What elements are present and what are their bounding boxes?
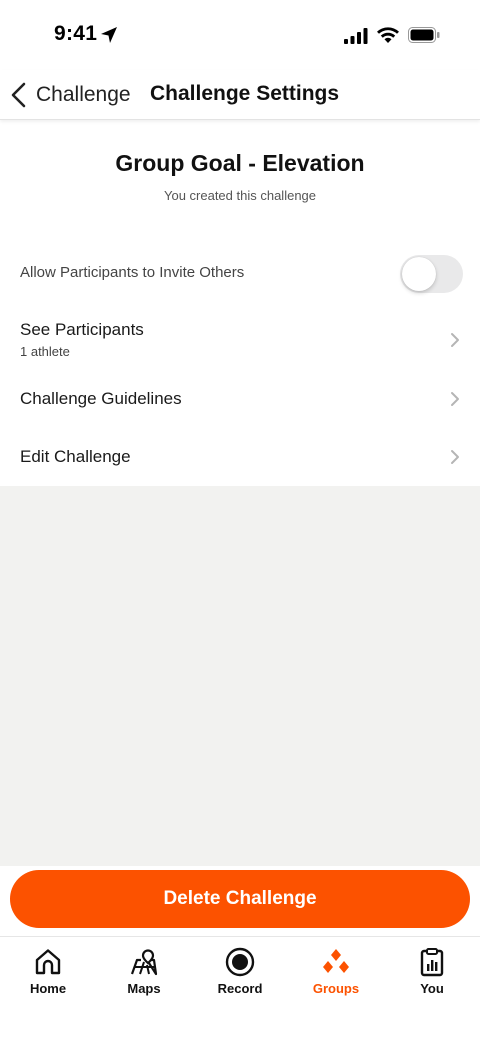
home-icon (35, 949, 61, 975)
status-bar: 9:41 (0, 0, 480, 70)
tab-groups[interactable]: Groups (288, 943, 384, 1005)
tab-bar: Home Maps Record Groups You (0, 936, 480, 1040)
participants-count: 1 athlete (20, 344, 70, 359)
tab-groups-label: Groups (312, 981, 360, 996)
chevron-right-icon (451, 333, 459, 347)
challenge-guidelines-label: Challenge Guidelines (20, 389, 182, 408)
delete-challenge-button[interactable]: Delete Challenge (10, 870, 470, 928)
groups-icon (323, 949, 349, 973)
record-icon (225, 947, 255, 977)
settings-list: Allow Participants to Invite Others See … (0, 240, 480, 486)
back-label: Challenge (36, 83, 131, 106)
tab-record-label: Record (217, 981, 263, 996)
wifi-icon (377, 27, 399, 43)
tab-home[interactable]: Home (0, 943, 96, 1005)
tab-maps-label: Maps (127, 981, 161, 996)
edit-challenge-label: Edit Challenge (20, 447, 131, 466)
chevron-right-icon (451, 392, 459, 406)
location-arrow-icon (101, 27, 117, 43)
edit-challenge-row[interactable]: Edit Challenge (0, 428, 480, 486)
tab-you[interactable]: You (384, 943, 480, 1005)
map-icon (130, 949, 158, 976)
toggle-knob (402, 257, 436, 291)
tab-record[interactable]: Record (192, 943, 288, 1005)
battery-icon (408, 27, 440, 43)
see-participants-row[interactable]: See Participants 1 athlete (0, 306, 480, 370)
see-participants-label: See Participants (20, 320, 144, 339)
tab-you-label: You (420, 981, 444, 996)
back-button[interactable]: Challenge (10, 80, 131, 110)
empty-content-area (0, 486, 480, 866)
challenge-title: Group Goal - Elevation (115, 150, 365, 176)
challenge-header: Group Goal - Elevation You created this … (0, 120, 480, 220)
tab-maps[interactable]: Maps (96, 943, 192, 1005)
page-title: Challenge Settings (150, 82, 340, 105)
cellular-signal-icon (344, 28, 368, 44)
allow-invite-row: Allow Participants to Invite Others (0, 240, 480, 306)
delete-button-container: Delete Challenge (0, 866, 480, 936)
navigation-bar: Challenge Challenge Settings (0, 70, 480, 120)
clipboard-icon (420, 948, 444, 977)
chevron-left-icon (11, 82, 26, 108)
allow-invite-label: Allow Participants to Invite Others (20, 264, 245, 281)
tab-home-label: Home (29, 981, 67, 996)
challenge-subtitle: You created this challenge (163, 188, 317, 203)
challenge-guidelines-row[interactable]: Challenge Guidelines (0, 370, 480, 428)
status-time: 9:41 (54, 22, 98, 45)
allow-invite-toggle[interactable] (400, 255, 463, 293)
chevron-right-icon (451, 450, 459, 464)
